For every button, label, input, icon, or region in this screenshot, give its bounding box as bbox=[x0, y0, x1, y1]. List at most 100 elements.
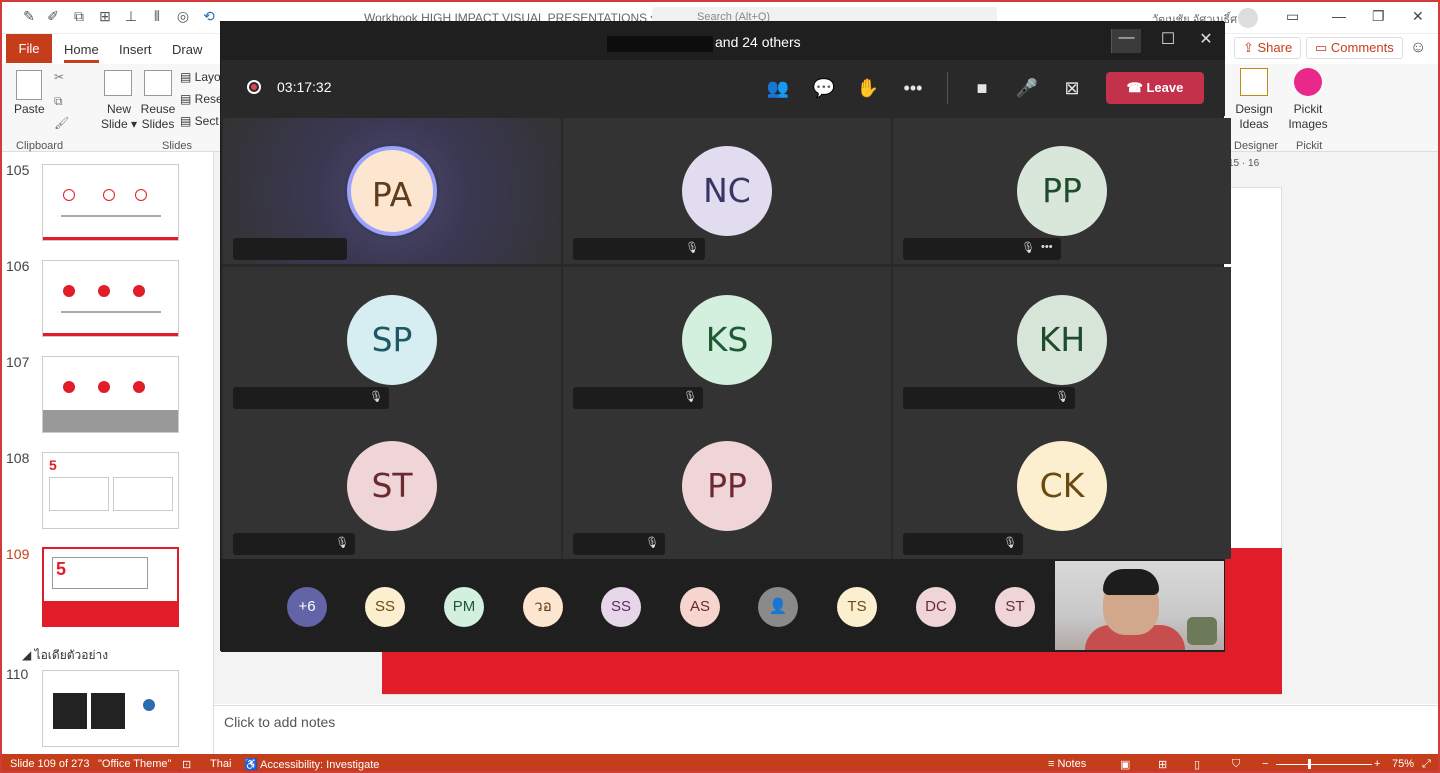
slide-thumbnail[interactable] bbox=[42, 356, 179, 433]
participant-tile[interactable]: PA bbox=[223, 118, 561, 264]
group-slides: Slides bbox=[162, 140, 192, 152]
tab-home[interactable]: Home bbox=[64, 42, 99, 63]
participant-tile[interactable]: SP 🎙 bbox=[223, 267, 561, 413]
strip-participant-avatar[interactable]: AS bbox=[680, 587, 720, 627]
microphone-icon[interactable]: 🎤 bbox=[1014, 75, 1040, 101]
thumb-dot bbox=[63, 381, 75, 393]
participant-tile[interactable]: PP 🎙 ••• bbox=[893, 118, 1231, 264]
highlighter-icon[interactable]: ✐ bbox=[44, 8, 62, 26]
slide-thumbnail[interactable] bbox=[42, 670, 179, 747]
design-ideas-button[interactable]: Design Ideas bbox=[1232, 102, 1276, 132]
participant-tile[interactable]: KS 🎙 bbox=[563, 267, 891, 413]
section-name: ไอเดียตัวอย่าง bbox=[34, 648, 109, 662]
sync-icon[interactable]: ⟲ bbox=[200, 8, 218, 26]
normal-view-icon[interactable]: ▣ bbox=[1120, 758, 1130, 771]
copy-icon[interactable]: ⧉ bbox=[54, 94, 63, 109]
notes-toggle[interactable]: ≡ Notes bbox=[1048, 758, 1086, 770]
reuse-slides-icon[interactable] bbox=[144, 70, 172, 96]
thumb-box bbox=[49, 477, 109, 511]
reset-button[interactable]: ▤ Rese bbox=[180, 92, 223, 107]
participant-nameplate: 🎙 bbox=[573, 387, 703, 409]
paste-button[interactable]: Paste bbox=[14, 102, 45, 117]
slide-thumbnail[interactable] bbox=[42, 164, 179, 241]
more-actions-icon[interactable]: ••• bbox=[900, 75, 926, 101]
strip-anonymous-avatar[interactable]: 👤 bbox=[758, 587, 798, 627]
stop-sharing-icon[interactable]: ⊠ bbox=[1059, 75, 1085, 101]
reactions-icon[interactable]: ✋ bbox=[855, 75, 881, 101]
teams-minimize-icon[interactable]: — bbox=[1111, 29, 1141, 53]
participant-tile[interactable]: CK 🎙 bbox=[893, 413, 1231, 559]
more-participants-badge[interactable]: +6 bbox=[287, 587, 327, 627]
user-avatar-icon[interactable] bbox=[1238, 8, 1258, 28]
reading-view-icon[interactable]: ▯ bbox=[1194, 758, 1200, 771]
shapes-icon[interactable]: ⧉ bbox=[70, 8, 88, 26]
tab-insert[interactable]: Insert bbox=[119, 42, 152, 57]
mic-muted-icon: 🎙 bbox=[1003, 537, 1017, 549]
thumb-number-five: 5 bbox=[49, 457, 57, 473]
participant-tile[interactable]: KH 🎙 bbox=[893, 267, 1231, 413]
participants-icon[interactable]: 👥 bbox=[765, 75, 791, 101]
format-painter-icon[interactable]: 🖌 bbox=[54, 116, 69, 130]
paste-icon[interactable] bbox=[16, 70, 42, 100]
distribute-icon[interactable]: ⫴ bbox=[148, 8, 166, 26]
draw-pen-icon[interactable]: ✎ bbox=[20, 8, 38, 26]
thumb-line bbox=[61, 311, 161, 313]
zoom-slider-thumb[interactable] bbox=[1308, 759, 1311, 769]
participant-tile[interactable]: ST 🎙 bbox=[223, 413, 561, 559]
circle-icon[interactable]: ◎ bbox=[174, 8, 192, 26]
strip-participant-avatar[interactable]: PM bbox=[444, 587, 484, 627]
slide-thumbnail[interactable] bbox=[42, 260, 179, 337]
zoom-slider[interactable] bbox=[1276, 764, 1372, 765]
design-ideas-icon[interactable] bbox=[1240, 68, 1268, 96]
comments-button[interactable]: ▭ Comments bbox=[1306, 37, 1403, 59]
strip-participant-avatar[interactable]: DC bbox=[916, 587, 956, 627]
section-button[interactable]: ▤ Sect bbox=[180, 114, 219, 129]
chat-icon[interactable]: 💬 bbox=[811, 75, 837, 101]
participant-tile[interactable]: NC 🎙 bbox=[563, 118, 891, 264]
section-label[interactable]: ◢ ไอเดียตัวอย่าง bbox=[22, 646, 108, 665]
spell-check-icon[interactable]: ⊡ bbox=[182, 758, 191, 771]
close-icon[interactable]: ✕ bbox=[1412, 8, 1424, 25]
tab-file[interactable]: File bbox=[6, 34, 52, 63]
slide-sorter-icon[interactable]: ⊞ bbox=[1158, 758, 1167, 771]
teams-maximize-icon[interactable]: ☐ bbox=[1153, 29, 1183, 53]
zoom-in-icon[interactable]: + bbox=[1374, 758, 1380, 770]
strip-participant-avatar[interactable]: ST bbox=[995, 587, 1035, 627]
status-language[interactable]: Thai bbox=[210, 758, 231, 770]
pickit-images-button[interactable]: Pickit Images bbox=[1286, 102, 1330, 132]
participant-nameplate: 🎙 bbox=[233, 387, 389, 409]
self-video-preview[interactable] bbox=[1055, 561, 1224, 650]
minimize-icon[interactable]: — bbox=[1332, 8, 1346, 24]
pickit-icon[interactable] bbox=[1294, 68, 1322, 96]
ribbon-display-icon[interactable]: ▭ bbox=[1286, 8, 1299, 25]
fit-to-window-icon[interactable]: ⤢ bbox=[1422, 758, 1431, 771]
leave-button[interactable]: ☎ Leave bbox=[1106, 72, 1204, 104]
tab-draw[interactable]: Draw bbox=[172, 42, 202, 57]
strip-participant-avatar[interactable]: SS bbox=[601, 587, 641, 627]
new-slide-button[interactable]: New Slide ▾ bbox=[100, 102, 138, 132]
new-slide-icon[interactable] bbox=[104, 70, 132, 96]
zoom-level[interactable]: 75% bbox=[1392, 758, 1414, 770]
tile-more-icon[interactable]: ••• bbox=[1041, 241, 1053, 253]
strip-participant-avatar[interactable]: SS bbox=[365, 587, 405, 627]
zoom-out-icon[interactable]: − bbox=[1262, 758, 1268, 770]
mic-muted-icon: 🎙 bbox=[645, 537, 659, 549]
strip-participant-avatar[interactable]: วอ bbox=[523, 587, 563, 627]
strip-participant-avatar[interactable]: TS bbox=[837, 587, 877, 627]
slideshow-icon[interactable]: ⛉ bbox=[1232, 758, 1240, 771]
notes-pane[interactable]: Click to add notes bbox=[214, 705, 1438, 753]
restore-icon[interactable]: ❐ bbox=[1372, 8, 1385, 25]
layout-icon[interactable]: ⊞ bbox=[96, 8, 114, 26]
reuse-slides-button[interactable]: Reuse Slides bbox=[140, 102, 176, 132]
teams-close-icon[interactable]: ✕ bbox=[1191, 29, 1221, 53]
feedback-smiley-icon[interactable]: ☺ bbox=[1410, 39, 1426, 57]
slide-thumbnail-selected[interactable]: 5 bbox=[42, 547, 179, 627]
status-accessibility[interactable]: ♿ Accessibility: Investigate bbox=[244, 758, 379, 771]
slide-thumbnail[interactable]: 5 bbox=[42, 452, 179, 529]
cut-icon[interactable]: ✂ bbox=[54, 70, 64, 84]
participant-tile[interactable]: PP 🎙 bbox=[563, 413, 891, 559]
camera-icon[interactable]: ■ bbox=[969, 75, 995, 101]
align-icon[interactable]: ⊥ bbox=[122, 8, 140, 26]
layout-button[interactable]: ▤ Layo bbox=[180, 70, 221, 85]
share-button[interactable]: ⇪ Share bbox=[1234, 37, 1302, 59]
